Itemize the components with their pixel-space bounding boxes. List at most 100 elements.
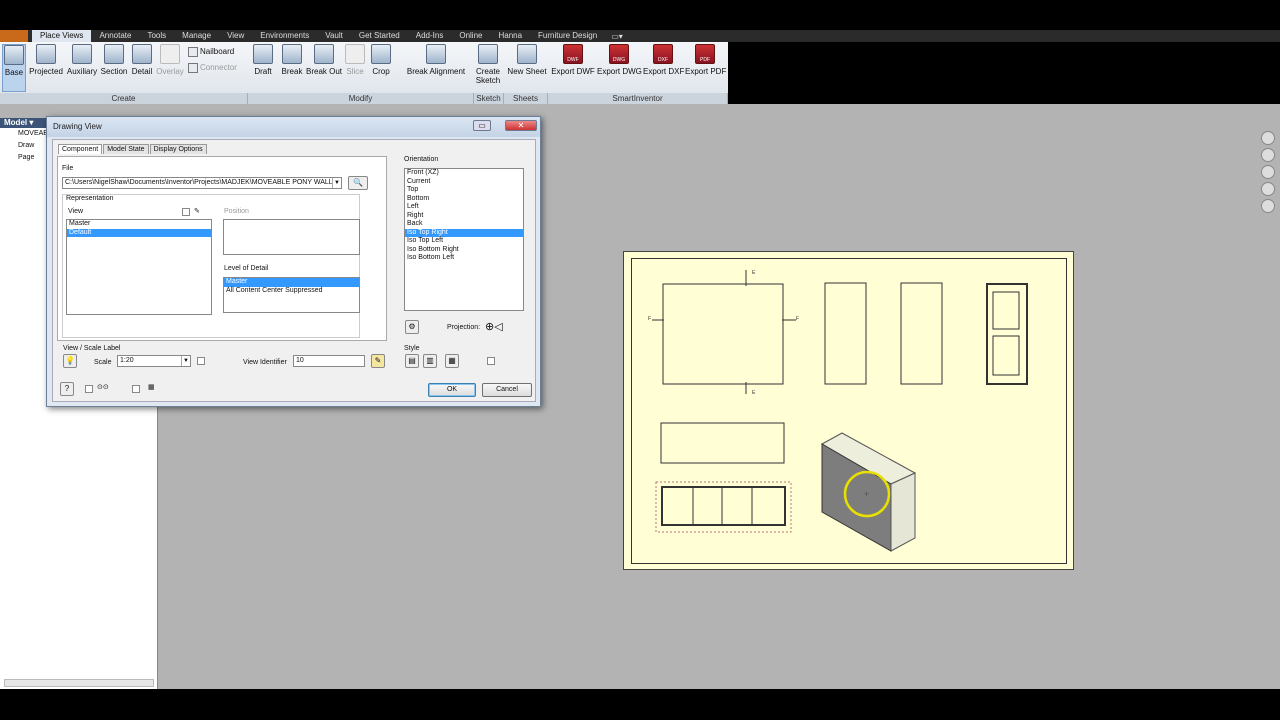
- option-checkbox-2[interactable]: [132, 385, 140, 393]
- tab-furniture-design[interactable]: Furniture Design: [530, 30, 605, 42]
- list-item[interactable]: Left: [405, 203, 523, 212]
- chevron-down-icon: ▼: [332, 178, 341, 188]
- tab-vault[interactable]: Vault: [317, 30, 351, 42]
- view-representation-list[interactable]: Master Default: [66, 219, 212, 315]
- steering-wheel-icon[interactable]: [1261, 131, 1275, 145]
- base-view-button[interactable]: Base: [2, 44, 26, 92]
- tab-manage[interactable]: Manage: [174, 30, 219, 42]
- tab-place-views[interactable]: Place Views: [32, 30, 92, 42]
- list-item[interactable]: Bottom: [405, 195, 523, 204]
- scale-combo[interactable]: 1:20 ▼: [117, 355, 191, 367]
- zoom-window-icon[interactable]: [1261, 182, 1275, 196]
- list-item[interactable]: Default: [67, 228, 211, 237]
- ribbon-toggle-icon[interactable]: ▭▾: [605, 32, 629, 41]
- export-dxf-button[interactable]: DXF Export DXF: [643, 44, 684, 76]
- list-item[interactable]: Iso Bottom Left: [405, 254, 523, 263]
- list-item[interactable]: Iso Top Right: [405, 228, 523, 237]
- overlay-view-button[interactable]: Overlay: [155, 44, 185, 76]
- crop-button[interactable]: Crop: [370, 44, 392, 76]
- section-view-button[interactable]: Section: [100, 44, 128, 76]
- custom-view-icon[interactable]: ⚙: [405, 320, 419, 334]
- projection-icon[interactable]: ⊕◁: [485, 320, 503, 333]
- pan-icon[interactable]: [1261, 148, 1275, 162]
- tab-annotate[interactable]: Annotate: [91, 30, 139, 42]
- front-view[interactable]: [662, 283, 784, 385]
- style-label: Style: [404, 345, 420, 352]
- light-bulb-icon[interactable]: 💡: [63, 354, 77, 368]
- restore-icon[interactable]: ▭: [473, 120, 491, 131]
- export-dwf-button[interactable]: DWF Export DWF: [551, 44, 595, 76]
- list-item[interactable]: Master: [67, 220, 211, 229]
- style-from-base-checkbox[interactable]: [487, 357, 495, 365]
- tab-hanna[interactable]: Hanna: [490, 30, 530, 42]
- option-checkbox-1[interactable]: [85, 385, 93, 393]
- draft-view-button[interactable]: Draft: [252, 44, 274, 76]
- ok-button[interactable]: OK: [428, 383, 476, 397]
- iso-side-face: [890, 472, 916, 552]
- list-item[interactable]: All Content Center Suppressed: [224, 287, 359, 296]
- position-list[interactable]: [223, 219, 360, 255]
- view-identifier-input[interactable]: 10: [293, 355, 365, 367]
- tab-online[interactable]: Online: [451, 30, 490, 42]
- tab-add-ins[interactable]: Add-Ins: [408, 30, 452, 42]
- cancel-button[interactable]: Cancel: [482, 383, 532, 397]
- list-item[interactable]: Top: [405, 186, 523, 195]
- side-view-right[interactable]: [900, 282, 943, 385]
- top-view[interactable]: [660, 422, 785, 464]
- glasses-icon[interactable]: ⊙⊙: [97, 383, 109, 391]
- connector-button[interactable]: Connector: [188, 63, 237, 73]
- drawing-sheet[interactable]: E E F F +: [623, 251, 1074, 570]
- projected-view-button[interactable]: Projected: [29, 44, 63, 76]
- nailboard-button[interactable]: Nailboard: [188, 47, 234, 57]
- export-pdf-button[interactable]: PDF Export PDF: [685, 44, 726, 76]
- break-button[interactable]: Break: [280, 44, 304, 76]
- tab-view[interactable]: View: [219, 30, 252, 42]
- side-view-left[interactable]: [824, 282, 867, 385]
- new-sheet-button[interactable]: New Sheet: [507, 44, 547, 76]
- level-of-detail-list[interactable]: Master All Content Center Suppressed: [223, 277, 360, 313]
- file-path-combo[interactable]: C:\Users\NigelShaw\Documents\Inventor\Pr…: [62, 177, 342, 189]
- pencil-icon[interactable]: ✎: [194, 207, 200, 215]
- chevron-down-icon: ▼: [181, 356, 190, 366]
- tab-tools[interactable]: Tools: [139, 30, 174, 42]
- list-item[interactable]: Right: [405, 212, 523, 221]
- view-label: View: [68, 208, 84, 215]
- export-dwg-button[interactable]: DWG Export DWG: [597, 44, 642, 76]
- tab-display-options[interactable]: Display Options: [149, 144, 207, 154]
- scale-visibility-checkbox[interactable]: [197, 357, 205, 365]
- zoom-icon[interactable]: [1261, 165, 1275, 179]
- list-item[interactable]: Current: [405, 178, 523, 187]
- tab-model-state[interactable]: Model State: [103, 144, 149, 154]
- tab-environments[interactable]: Environments: [252, 30, 317, 42]
- base-view-icon: [4, 45, 24, 65]
- open-file-icon[interactable]: 🔍: [348, 176, 368, 190]
- shaded-icon[interactable]: ▦: [445, 354, 459, 368]
- break-alignment-button[interactable]: Break Alignment: [404, 44, 468, 76]
- browser-horizontal-scrollbar[interactable]: [4, 679, 154, 687]
- view-checkbox[interactable]: [182, 208, 190, 216]
- tab-get-started[interactable]: Get Started: [351, 30, 408, 42]
- detail-view-button[interactable]: Detail: [130, 44, 154, 76]
- hidden-line-removed-icon[interactable]: ▥: [423, 354, 437, 368]
- list-item[interactable]: Iso Top Left: [405, 237, 523, 246]
- section-view-e[interactable]: [661, 486, 786, 526]
- slice-button[interactable]: Slice: [345, 44, 365, 76]
- break-out-button[interactable]: Break Out: [306, 44, 342, 76]
- tab-component[interactable]: Component: [58, 144, 103, 154]
- list-item[interactable]: Master: [224, 278, 359, 287]
- application-menu-button[interactable]: [0, 30, 28, 42]
- list-item[interactable]: Iso Bottom Right: [405, 246, 523, 255]
- hidden-line-icon[interactable]: ▤: [405, 354, 419, 368]
- slice-icon: [345, 44, 365, 64]
- list-item[interactable]: Front (XZ): [405, 169, 523, 178]
- table-icon[interactable]: ▦: [148, 383, 155, 391]
- help-icon[interactable]: ?: [60, 382, 74, 396]
- auxiliary-view-button[interactable]: Auxiliary: [66, 44, 98, 76]
- orientation-list[interactable]: Front (XZ) Current Top Bottom Left Right…: [404, 168, 524, 311]
- zoom-all-icon[interactable]: [1261, 199, 1275, 213]
- create-sketch-button[interactable]: Create Sketch: [475, 44, 501, 85]
- list-item[interactable]: Back: [405, 220, 523, 229]
- close-icon[interactable]: ✕: [505, 120, 537, 131]
- edit-view-label-icon[interactable]: ✎: [371, 354, 385, 368]
- dialog-title[interactable]: Drawing View: [47, 117, 540, 137]
